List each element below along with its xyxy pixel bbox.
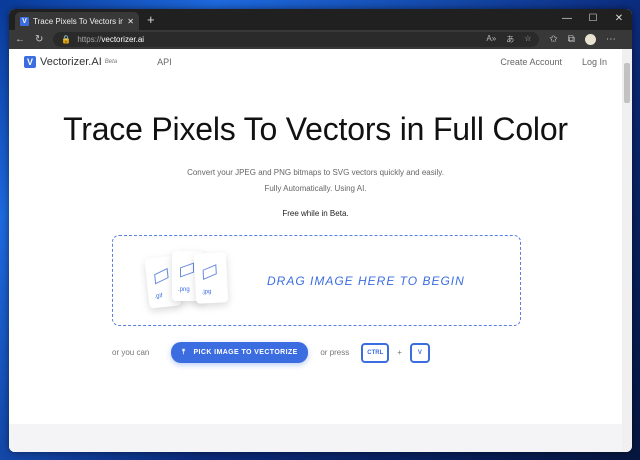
file-ext: .gif	[154, 292, 163, 300]
subtitle-2: Fully Automatically. Using AI.	[264, 184, 367, 193]
page-title: Trace Pixels To Vectors in Full Color	[63, 111, 568, 147]
url-domain: vectorizer.ai	[101, 35, 145, 44]
close-tab-icon[interactable]: ✕	[127, 17, 134, 26]
api-link[interactable]: API	[157, 57, 172, 67]
create-account-link[interactable]: Create Account	[500, 57, 562, 67]
plus-label: +	[397, 348, 402, 357]
file-ext: .jpg	[201, 288, 212, 296]
image-icon	[180, 261, 194, 278]
logo-icon[interactable]: V	[24, 55, 36, 68]
pick-image-button[interactable]: ⤒ PICK IMAGE TO VECTORIZE	[171, 342, 309, 363]
minimize-icon[interactable]: —	[554, 9, 580, 29]
address-toolbar: ← ↻ 🔒 https://vectorizer.ai A» あ ☆ ✩ ⧉ ⋯	[9, 30, 632, 49]
v-key: V	[409, 342, 430, 363]
free-notice: Free while in Beta.	[282, 209, 349, 218]
scrollbar[interactable]	[622, 49, 632, 452]
scrollbar-thumb[interactable]	[624, 63, 630, 103]
url-prefix: https://	[77, 35, 102, 44]
close-window-icon[interactable]: ✕	[606, 9, 632, 29]
file-card: .jpg	[193, 251, 229, 304]
lock-icon: 🔒	[61, 35, 72, 44]
drop-zone[interactable]: .gif .png .jpg DRAG IMAGE HERE TO BEGIN	[112, 235, 521, 326]
collections-icon[interactable]: ⧉	[568, 34, 575, 45]
tab-bar: V Trace Pixels To Vectors in Full Color …	[9, 9, 632, 30]
file-ext: .png	[178, 286, 190, 293]
maximize-icon[interactable]: ☐	[580, 9, 606, 29]
translate-icon[interactable]: あ	[506, 34, 514, 45]
brand-name[interactable]: Vectorizer.AI	[40, 56, 102, 68]
image-icon	[154, 267, 169, 284]
profile-avatar[interactable]	[584, 34, 596, 45]
image-icon	[202, 263, 217, 280]
pick-image-label: PICK IMAGE TO VECTORIZE	[193, 349, 298, 356]
or-press-label: or press	[320, 348, 350, 357]
browser-tab[interactable]: V Trace Pixels To Vectors in Full Color …	[15, 12, 139, 30]
upload-icon: ⤒	[181, 348, 186, 356]
file-illustration: .gif .png .jpg	[144, 241, 267, 321]
site-nav: V Vectorizer.AI Beta API Create Account L…	[9, 49, 622, 74]
browser-window: V Trace Pixels To Vectors in Full Color …	[9, 9, 632, 452]
new-tab-icon[interactable]: +	[147, 12, 155, 27]
tab-title: Trace Pixels To Vectors in Full Color	[33, 16, 124, 26]
back-icon[interactable]: ←	[15, 34, 25, 45]
or-you-can-label: or you can	[112, 348, 150, 357]
refresh-icon[interactable]: ↻	[35, 34, 43, 45]
favicon-icon: V	[20, 16, 29, 26]
drop-zone-text: DRAG IMAGE HERE TO BEGIN	[267, 273, 465, 288]
read-aloud-icon[interactable]: A»	[486, 34, 496, 45]
address-bar[interactable]: 🔒 https://vectorizer.ai A» あ ☆	[53, 32, 540, 47]
login-link[interactable]: Log In	[582, 57, 607, 67]
favorites-icon[interactable]: ✩	[549, 34, 557, 45]
page-content: V Vectorizer.AI Beta API Create Account L…	[9, 49, 622, 452]
subtitle: Convert your JPEG and PNG bitmaps to SVG…	[187, 168, 444, 177]
next-section	[9, 424, 622, 452]
more-icon[interactable]: ⋯	[606, 34, 616, 45]
beta-label: Beta	[104, 58, 118, 65]
ctrl-key: CTRL	[361, 342, 390, 363]
add-favorite-icon[interactable]: ☆	[524, 34, 531, 45]
